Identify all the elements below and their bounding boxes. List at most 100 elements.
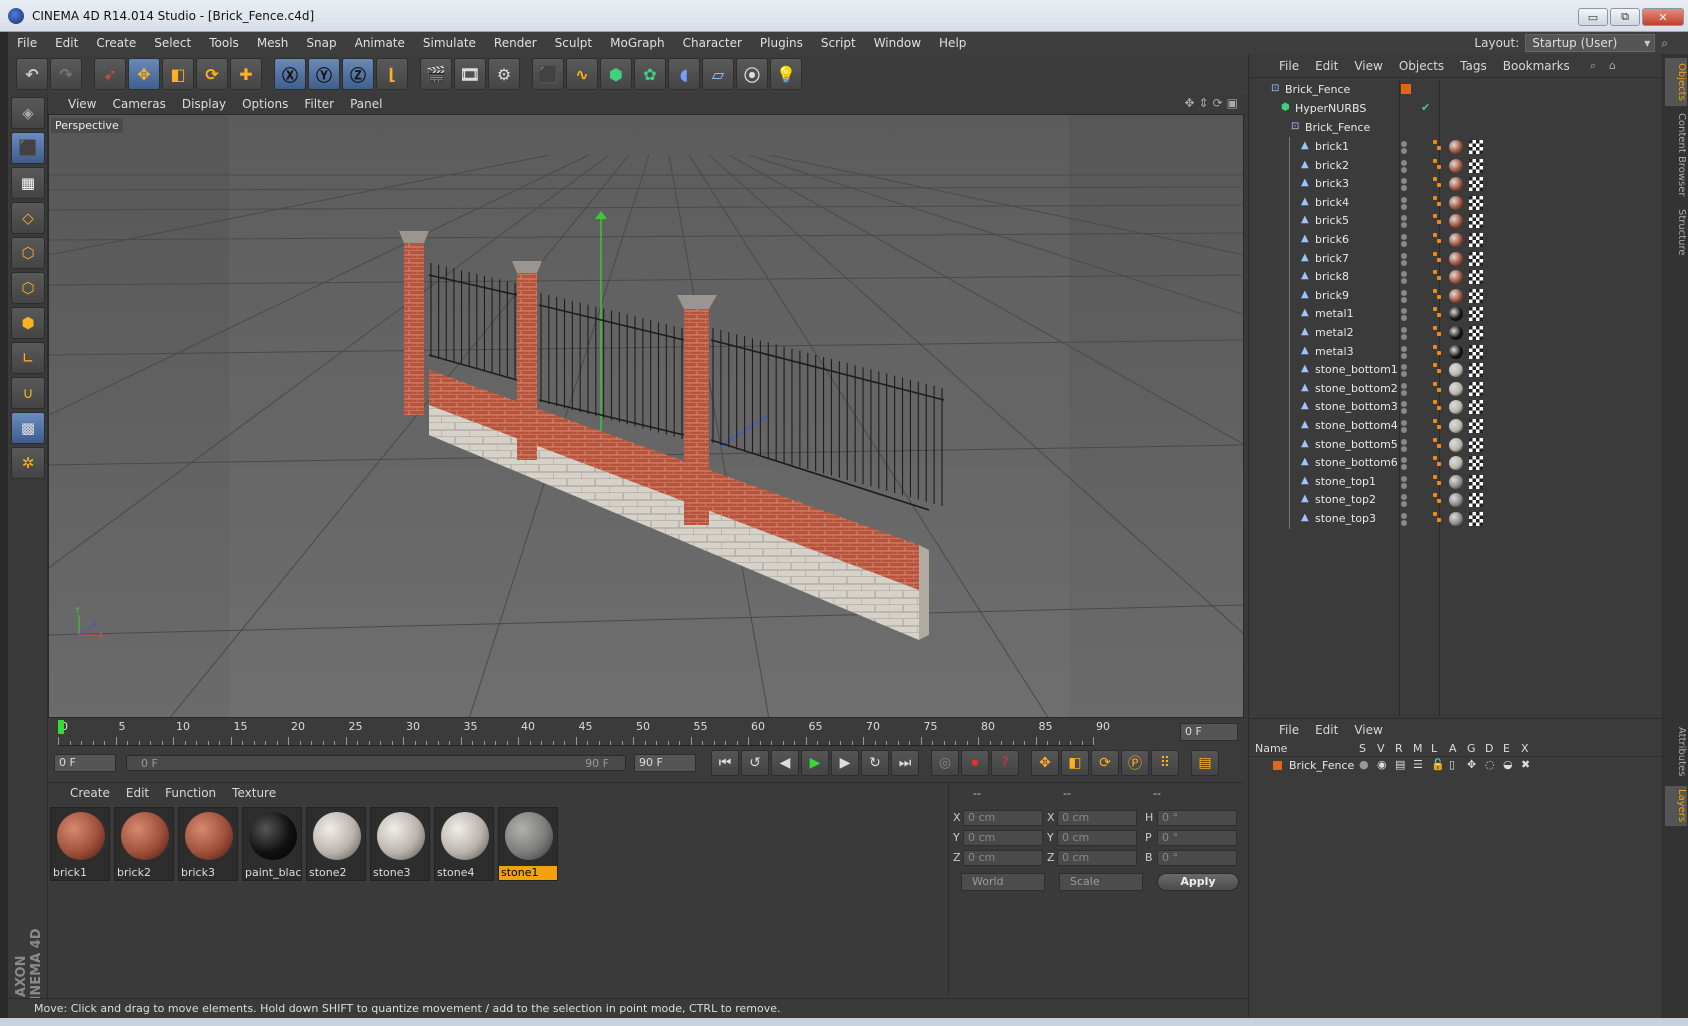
light-icon[interactable]: 💡 [770,58,802,90]
position-z-field[interactable]: 0 cm [963,850,1043,866]
coordinate-system-icon[interactable]: ⌊ [376,58,408,90]
object-row[interactable]: ▲ stone_bottom3 [1249,397,1663,418]
uvw-tag-icon[interactable] [1469,214,1483,229]
uvw-tag-icon[interactable] [1469,270,1483,285]
material-swatch[interactable]: stone4 [434,807,494,881]
editor-visibility-dot[interactable] [1401,438,1407,445]
material-tag-icon[interactable] [1449,270,1463,285]
size-y-field[interactable]: 0 cm [1057,830,1137,846]
object-row[interactable]: ▲ brick6 [1249,230,1663,250]
render-visibility-dot[interactable] [1401,408,1407,415]
uvw-tag-icon[interactable] [1469,307,1483,322]
material-swatch[interactable]: brick1 [50,807,110,881]
zoom-icon[interactable]: ⇕ [1199,96,1209,110]
material-swatch[interactable]: paint_black [242,807,302,881]
object-row[interactable]: ▲ brick8 [1249,267,1663,288]
object-row[interactable]: ▲ metal1 [1249,304,1663,325]
object-home-icon[interactable]: ⌂ [1609,59,1616,72]
phong-tag-icon[interactable] [1433,456,1437,461]
phong-tag-icon[interactable] [1437,257,1441,262]
object-row[interactable]: ▲ stone_bottom5 [1249,434,1663,455]
viewport-menu-panel[interactable]: Panel [342,97,390,111]
objects-menu-file[interactable]: File [1271,59,1307,73]
timeline-window-icon[interactable]: ▤ [1191,750,1219,776]
viewport-menu-view[interactable]: View [60,97,104,111]
phong-tag-icon[interactable] [1433,437,1437,442]
render-visibility-dot[interactable] [1401,185,1407,192]
material-tag-icon[interactable] [1449,456,1463,471]
objects-menu-view[interactable]: View [1346,59,1390,73]
scale-tool-icon[interactable]: ◧ [162,58,194,90]
orbit-icon[interactable]: ⟳ [1213,96,1223,110]
material-tag-icon[interactable] [1449,363,1463,378]
layer-lock-icon[interactable]: 🔓 [1431,758,1445,771]
uvw-tag-icon[interactable] [1469,158,1483,173]
make-editable-icon[interactable]: ◈ [11,97,45,129]
render-visibility-dot[interactable] [1401,445,1407,452]
uvw-tag-icon[interactable] [1469,251,1483,266]
uvw-tag-icon[interactable] [1469,233,1483,247]
render-settings-icon[interactable]: ⚙ [488,58,520,90]
camera-icon[interactable]: ⦿ [736,58,768,90]
material-swatch[interactable]: brick3 [178,807,238,881]
next-frame-icon[interactable]: ▶ [831,750,859,776]
editor-visibility-dot[interactable] [1401,289,1407,296]
render-visibility-dot[interactable] [1401,278,1407,285]
menu-select[interactable]: Select [145,36,200,50]
layers-menu-file[interactable]: File [1271,723,1307,737]
viewport-menu-display[interactable]: Display [174,97,234,111]
play-icon[interactable]: ▶ [801,750,829,776]
end-frame-field[interactable]: 90 F [634,754,696,772]
material-tag-icon[interactable] [1449,326,1463,340]
rotation-b-field[interactable]: 0 ° [1157,850,1237,866]
material-tag-icon[interactable] [1449,493,1463,508]
key-pla-icon[interactable]: ⠿ [1151,750,1179,776]
timeline-playhead[interactable] [58,720,64,734]
phong-tag-icon[interactable] [1433,214,1437,219]
editor-visibility-dot[interactable] [1401,513,1407,519]
object-row[interactable]: ▲ stone_bottom2 [1249,378,1663,399]
phong-tag-icon[interactable] [1437,146,1441,150]
phong-tag-icon[interactable] [1437,332,1441,336]
material-swatch-selected[interactable]: stone1 [498,807,558,881]
layer-generators-icon[interactable]: ✥ [1467,758,1476,771]
side-tab-objects[interactable]: Objects [1665,58,1687,106]
object-row[interactable]: ▲ brick5 [1249,211,1663,232]
size-mode-dropdown[interactable]: Scale [1059,873,1143,891]
close-button[interactable]: ✕ [1642,8,1684,26]
phong-tag-icon[interactable] [1437,183,1441,188]
object-row[interactable]: ▲ brick7 [1249,248,1663,269]
workplane-lock-icon[interactable]: ▩ [11,412,45,444]
render-visibility-dot[interactable] [1401,334,1407,340]
phong-tag-icon[interactable] [1433,158,1437,163]
editor-visibility-dot[interactable] [1401,215,1407,222]
phong-tag-icon[interactable] [1433,419,1437,423]
render-visibility-dot[interactable] [1401,464,1407,471]
editor-visibility-dot[interactable] [1401,141,1407,147]
layer-render-icon[interactable]: ▤ [1395,758,1405,771]
phong-tag-icon[interactable] [1433,493,1437,498]
uvw-tag-icon[interactable] [1469,474,1483,489]
phong-tag-icon[interactable] [1437,294,1441,299]
phong-tag-icon[interactable] [1433,270,1437,275]
uvw-tag-icon[interactable] [1469,419,1483,433]
object-row[interactable]: ▲ stone_bottom1 [1249,360,1663,381]
editor-visibility-dot[interactable] [1401,327,1407,333]
record-icon[interactable]: ◎ [931,750,959,776]
soft-selection-icon[interactable]: ✲ [11,447,45,479]
size-x-field[interactable]: 0 cm [1057,810,1137,826]
layer-solo-icon[interactable]: ● [1359,758,1369,771]
start-frame-field[interactable]: 0 F [54,754,116,772]
render-visibility-dot[interactable] [1401,389,1407,396]
phong-tag-icon[interactable] [1437,425,1441,429]
uvw-tag-icon[interactable] [1469,288,1483,303]
menu-file[interactable]: File [8,36,46,50]
phong-tag-icon[interactable] [1437,350,1441,355]
menu-simulate[interactable]: Simulate [414,36,485,50]
edges-mode-icon[interactable]: ⬡ [11,272,45,304]
editor-visibility-dot[interactable] [1401,252,1407,259]
viewport-menu-cameras[interactable]: Cameras [104,97,173,111]
menu-snap[interactable]: Snap [297,36,345,50]
render-visibility-dot[interactable] [1401,166,1407,173]
material-tag-icon[interactable] [1449,195,1463,210]
